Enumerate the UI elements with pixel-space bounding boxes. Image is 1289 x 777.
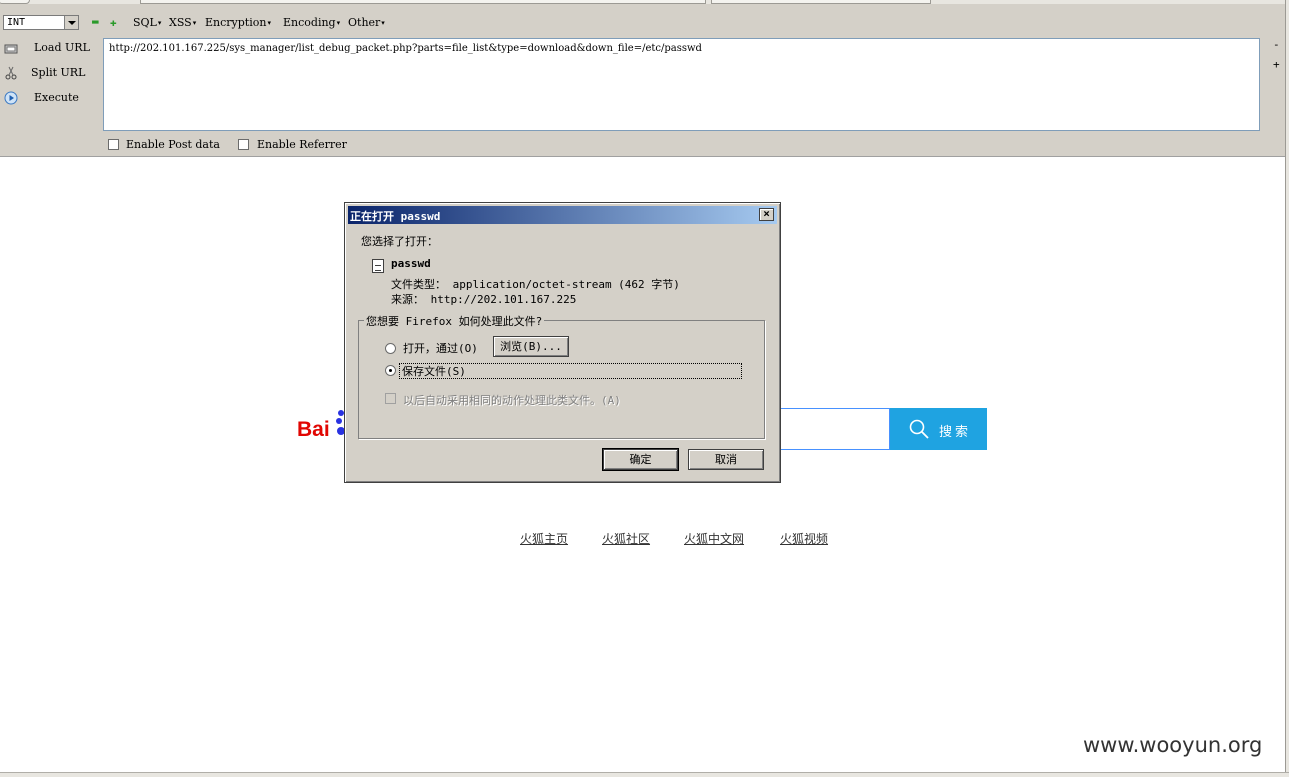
url-textarea[interactable]: http://202.101.167.225/sys_manager/list_… <box>103 38 1260 131</box>
enable-referrer-label: Enable Referrer <box>257 138 347 151</box>
baidu-search-input[interactable] <box>780 408 890 450</box>
window-bottom-border <box>0 772 1289 777</box>
link-firefox-home[interactable]: 火狐主页 <box>520 530 568 547</box>
search-bar[interactable] <box>711 0 931 4</box>
shrink-button[interactable]: - <box>1273 38 1280 51</box>
file-icon <box>372 259 384 273</box>
back-button[interactable] <box>0 0 30 4</box>
cancel-button[interactable]: 取消 <box>688 449 764 470</box>
auto-action-label: 以后自动采用相同的动作处理此类文件。(A) <box>403 394 621 407</box>
you-chose-label: 您选择了打开： <box>361 235 438 248</box>
dialog-title: 正在打开 passwd <box>350 210 441 223</box>
baidu-logo: Bai <box>297 418 330 441</box>
url-text: http://202.101.167.225/sys_manager/list_… <box>109 43 702 54</box>
expand-button[interactable]: + <box>1273 58 1280 71</box>
auto-action-checkbox[interactable] <box>385 393 396 404</box>
scissors-icon <box>5 66 17 80</box>
enable-post-checkbox[interactable] <box>108 139 119 150</box>
int-select[interactable]: INT <box>3 15 79 30</box>
link-firefox-video[interactable]: 火狐视频 <box>780 530 828 547</box>
load-url-button[interactable]: Load URL <box>0 38 96 58</box>
download-dialog: 正在打开 passwd × 您选择了打开： passwd 文件类型： appli… <box>344 202 781 483</box>
hackbar-panel: INT ▬ ✚ SQL▾ XSS▾ Encryption▾ Encoding▾ … <box>0 0 1285 157</box>
address-bar[interactable] <box>140 0 706 4</box>
load-url-icon <box>4 44 18 54</box>
open-with-label: 打开，通过(O) <box>403 342 478 355</box>
chevron-down-icon[interactable] <box>64 16 78 29</box>
enable-post-label: Enable Post data <box>126 138 220 151</box>
watermark: www.wooyun.org <box>1083 733 1263 757</box>
menu-sql-label: SQL <box>133 16 157 29</box>
split-url-label: Split URL <box>31 66 86 79</box>
top-browser-strip <box>0 0 1285 4</box>
enable-referrer-checkbox[interactable] <box>238 139 249 150</box>
browse-button[interactable]: 浏览(B)... <box>493 336 569 357</box>
link-firefox-china[interactable]: 火狐中文网 <box>684 530 744 547</box>
menu-encryption-label: Encryption <box>205 16 267 29</box>
close-button[interactable]: × <box>759 208 774 221</box>
search-button-label: 搜索 <box>939 425 972 440</box>
save-file-radio[interactable] <box>385 365 396 376</box>
menu-xss[interactable]: XSS▾ <box>169 16 196 29</box>
action-question: 您想要 Firefox 如何处理此文件? <box>364 313 545 329</box>
int-select-value: INT <box>7 17 26 28</box>
split-url-button[interactable]: Split URL <box>0 63 96 83</box>
play-icon <box>4 91 18 105</box>
execute-button[interactable]: Execute <box>0 88 96 108</box>
menu-xss-label: XSS <box>169 16 192 29</box>
menu-other-label: Other <box>348 16 381 29</box>
dialog-titlebar[interactable]: 正在打开 passwd × <box>348 206 777 224</box>
open-with-radio[interactable] <box>385 343 396 354</box>
search-icon <box>909 419 929 439</box>
file-type: 文件类型： application/octet-stream (462 字节) <box>391 278 680 291</box>
minus-icon[interactable]: ▬ <box>92 16 99 27</box>
menu-encoding[interactable]: Encoding▾ <box>283 16 340 29</box>
ok-button[interactable]: 确定 <box>603 449 678 470</box>
file-source: 来源： http://202.101.167.225 <box>391 293 577 306</box>
menu-other[interactable]: Other▾ <box>348 16 385 29</box>
menu-encoding-label: Encoding <box>283 16 336 29</box>
menu-encryption[interactable]: Encryption▾ <box>205 16 271 29</box>
save-file-label: 保存文件(S) <box>402 365 466 378</box>
load-url-label: Load URL <box>34 41 90 54</box>
plus-icon[interactable]: ✚ <box>110 17 117 28</box>
filename: passwd <box>391 257 431 270</box>
baidu-search-button[interactable]: 搜索 <box>890 408 987 450</box>
execute-label: Execute <box>34 91 79 104</box>
menu-sql[interactable]: SQL▾ <box>133 16 161 29</box>
link-firefox-community[interactable]: 火狐社区 <box>602 530 650 547</box>
window-right-border <box>1285 0 1289 776</box>
